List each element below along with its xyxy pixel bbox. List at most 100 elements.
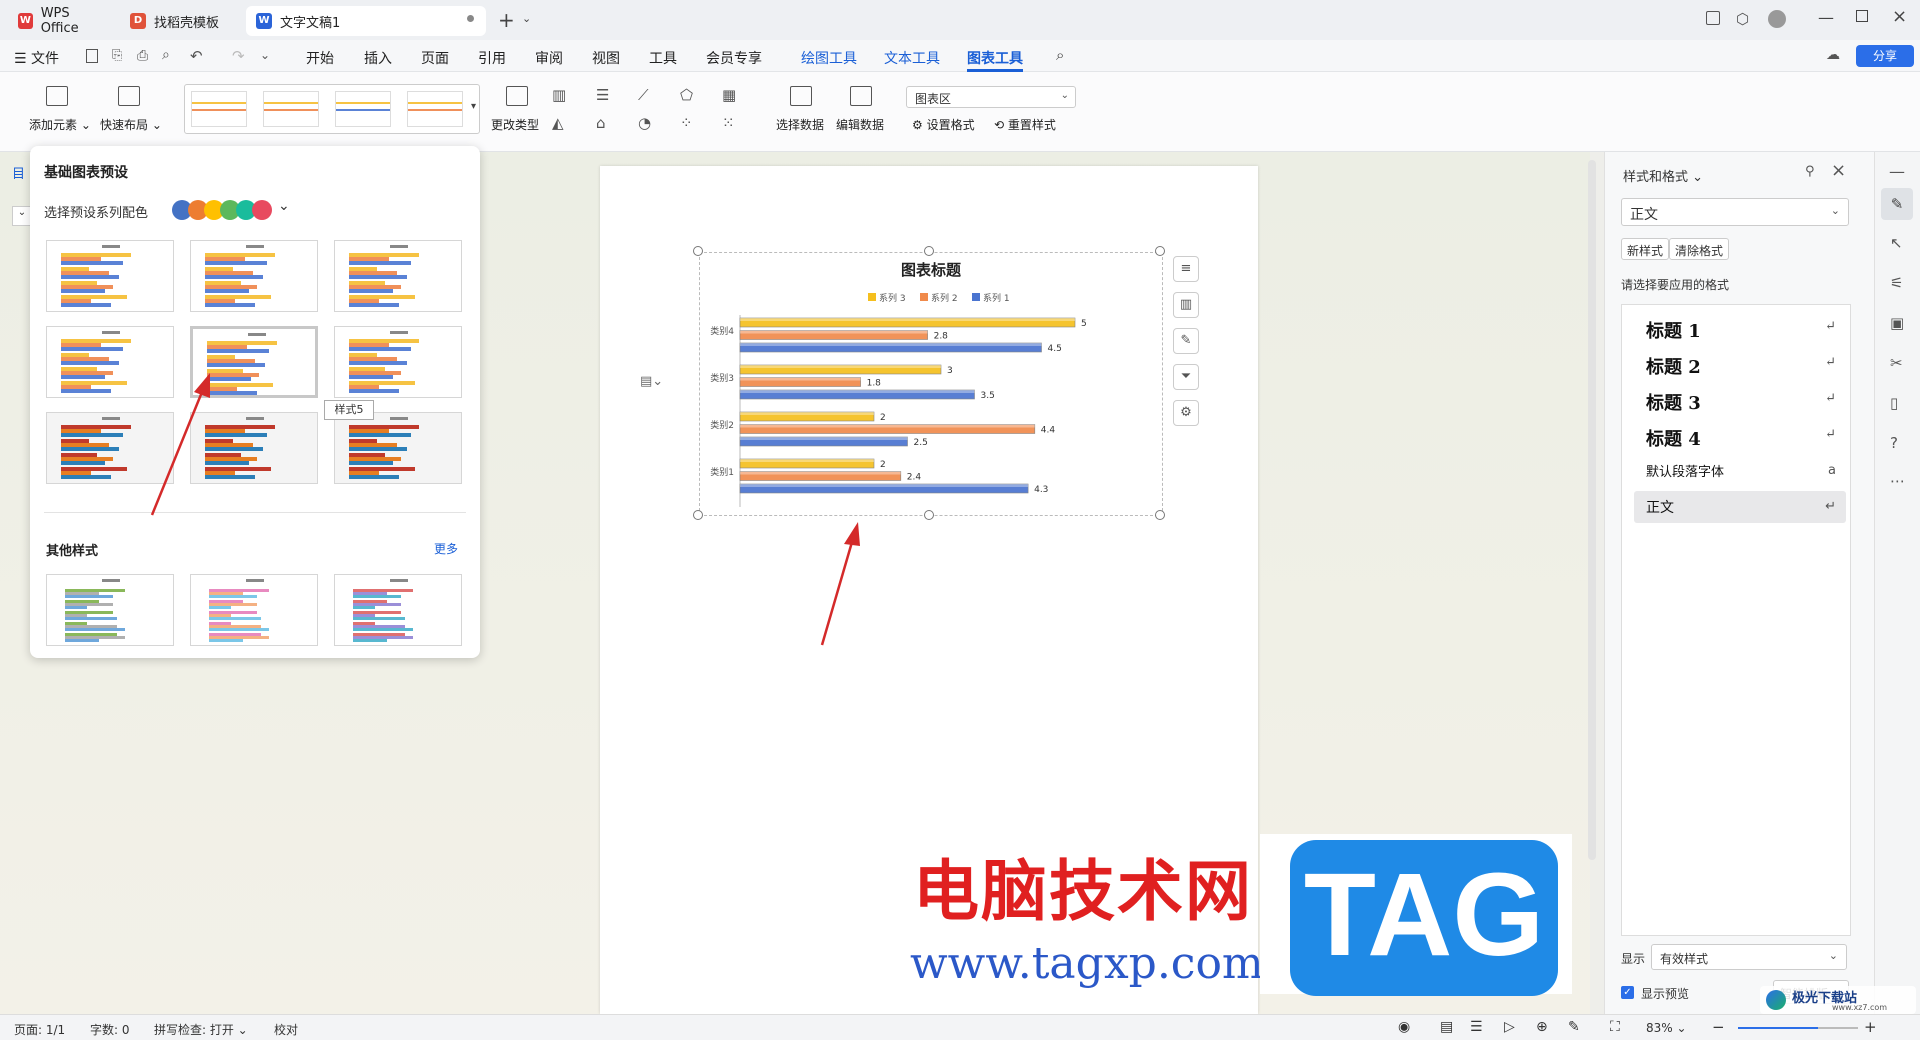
more-link[interactable]: 更多 [434, 540, 458, 557]
menu-text-tools[interactable]: 文本工具 [884, 48, 940, 68]
menu-member[interactable]: 会员专享 [706, 48, 762, 68]
book-icon[interactable]: ▯ [1890, 394, 1898, 412]
play-icon[interactable]: ▷ [1504, 1019, 1515, 1035]
preset-style-9[interactable] [334, 412, 462, 484]
pen-icon[interactable]: ✎ [1568, 1019, 1580, 1035]
new-style-button[interactable]: 新样式 [1621, 238, 1670, 260]
layout-options-icon[interactable]: ▤⌄ [640, 374, 663, 389]
tab-docer[interactable]: D 找稻壳模板 [120, 6, 242, 36]
collapse-icon[interactable]: — [1889, 162, 1905, 181]
proofread[interactable]: 校对 [274, 1021, 298, 1038]
palette-chevron-icon[interactable]: ⌄ [278, 198, 290, 214]
chart-element-select[interactable]: 图表区 ⌄ [906, 86, 1076, 108]
change-type-button[interactable]: 更改类型 [491, 116, 539, 133]
gallery-expand-icon[interactable]: ▾ [471, 101, 476, 112]
undo-icon[interactable]: ↶ [190, 47, 203, 65]
nav-pane-tab[interactable]: 目 [12, 163, 25, 182]
menu-page[interactable]: 页面 [421, 48, 449, 68]
gallery-style-4[interactable] [407, 91, 463, 127]
file-menu[interactable]: ☰ 文件 [14, 48, 59, 68]
cloud-icon[interactable]: ☁ [1826, 47, 1840, 63]
gallery-style-2[interactable] [263, 91, 319, 127]
zoom-in-icon[interactable]: + [1864, 1018, 1877, 1036]
box-icon[interactable]: ⬡ [1736, 10, 1749, 28]
layout-icon[interactable] [1706, 11, 1720, 25]
menu-start[interactable]: 开始 [306, 48, 334, 68]
chart-brush-icon[interactable]: ✎ [1173, 328, 1199, 354]
adjust-icon[interactable]: ⚟ [1890, 274, 1903, 292]
table-chart-icon[interactable]: ▦ [722, 86, 736, 104]
zoom-out-icon[interactable]: − [1712, 1018, 1725, 1036]
save-icon[interactable] [86, 49, 98, 63]
fit-icon[interactable]: ⛶ [1610, 1019, 1620, 1035]
edit-data-button[interactable]: 编辑数据 [836, 116, 884, 133]
menu-tools[interactable]: 工具 [649, 48, 677, 68]
spell-check[interactable]: 拼写检查: 打开 ⌄ [154, 1021, 248, 1038]
select-cursor-icon[interactable]: ↖ [1890, 234, 1903, 252]
clear-format-button[interactable]: 清除格式 [1669, 238, 1730, 260]
tab-list-chevron-icon[interactable]: ⌄ [522, 12, 531, 25]
gallery-style-1[interactable] [191, 91, 247, 127]
gallery-style-3[interactable] [335, 91, 391, 127]
pin-icon[interactable]: ⚲ [1805, 164, 1815, 179]
zoom-level[interactable]: 83% ⌄ [1646, 1021, 1687, 1035]
preset-style-2[interactable] [190, 240, 318, 312]
redo-icon[interactable]: ↷ [232, 47, 245, 65]
other-style-2[interactable] [190, 574, 318, 646]
set-format-button[interactable]: ⚙ 设置格式 [912, 116, 975, 133]
current-style-select[interactable]: 正文 ⌄ [1621, 198, 1849, 226]
bar-horizontal-icon[interactable]: ☰ [596, 86, 609, 104]
menu-insert[interactable]: 插入 [364, 48, 392, 68]
panel-header[interactable]: 样式和格式 ⌄ [1623, 166, 1703, 185]
export-pdf-icon[interactable]: ⎘ [112, 48, 122, 63]
menu-reference[interactable]: 引用 [478, 48, 506, 68]
chart-styles-icon[interactable]: ▥ [1173, 292, 1199, 318]
scatter-chart-icon[interactable]: ⁘ [680, 114, 693, 132]
web-icon[interactable]: ⊕ [1536, 1019, 1548, 1035]
nav-collapse-icon[interactable]: ⌄ [12, 206, 32, 226]
tab-wps-office[interactable]: W WPS Office [8, 6, 116, 36]
add-element-button[interactable]: 添加元素 ⌄ [29, 116, 91, 133]
page-count[interactable]: 页面: 1/1 [14, 1021, 65, 1038]
style-heading-1[interactable]: 标题 1 ↵ [1634, 311, 1846, 343]
line-chart-icon[interactable]: ⟋ [638, 86, 649, 104]
preview-checkbox[interactable]: ✓ [1621, 986, 1634, 999]
select-data-button[interactable]: 选择数据 [776, 116, 824, 133]
more-icon[interactable]: ⋯ [1890, 472, 1905, 490]
style-heading-3[interactable]: 标题 3 ↵ [1634, 383, 1846, 415]
avatar[interactable] [1768, 10, 1786, 28]
menu-review[interactable]: 审阅 [535, 48, 563, 68]
area-chart-icon[interactable]: ◭ [552, 114, 564, 132]
print-icon[interactable]: ⎙ [137, 48, 148, 64]
add-element-icon[interactable] [46, 86, 68, 106]
quick-layout-button[interactable]: 快速布局 ⌄ [100, 116, 162, 133]
bar-chart[interactable]: 图表标题系列 3 系列 2 系列 1 类别1 2 2.4 4.3 类别2 2 4.4 2.5 类别3 3… [700, 253, 1162, 515]
more-chevron-icon[interactable]: ⌄ [260, 48, 270, 62]
image-icon[interactable]: ▣ [1890, 314, 1904, 332]
chart-settings-icon[interactable]: ⚙ [1173, 400, 1199, 426]
search-icon[interactable]: ⌕ [1056, 46, 1064, 64]
show-select[interactable]: 有效样式 ⌄ [1651, 944, 1847, 970]
outline-icon[interactable]: ☰ [1470, 1019, 1483, 1035]
menu-view[interactable]: 视图 [592, 48, 620, 68]
menu-drawing-tools[interactable]: 绘图工具 [801, 48, 857, 68]
page-view-icon[interactable]: ▤ [1440, 1019, 1453, 1035]
pie-chart-icon[interactable]: ◔ [638, 114, 651, 132]
other-style-3[interactable] [334, 574, 462, 646]
print-preview-icon[interactable]: ⌕ [162, 47, 170, 63]
bubble-chart-icon[interactable]: ⁙ [722, 114, 735, 132]
change-type-icon[interactable] [506, 86, 528, 106]
style-brush-icon[interactable]: ✎ [1881, 188, 1913, 220]
vertical-scrollbar[interactable] [1588, 160, 1596, 860]
edit-data-icon[interactable] [850, 86, 872, 106]
style-heading-2[interactable]: 标题 2 ↵ [1634, 347, 1846, 379]
other-style-1[interactable] [46, 574, 174, 646]
unsaved-dot-icon[interactable] [467, 15, 474, 22]
palette-picker[interactable] [172, 200, 282, 220]
help-icon[interactable]: ? [1890, 434, 1898, 452]
tools-icon[interactable]: ✂ [1890, 354, 1903, 372]
panel-close-icon[interactable]: × [1831, 160, 1846, 181]
close-icon[interactable]: × [1892, 6, 1907, 27]
chart-filter-icon[interactable]: ⏷ [1173, 364, 1199, 390]
style-body[interactable]: 正文 ↵ [1634, 491, 1846, 523]
